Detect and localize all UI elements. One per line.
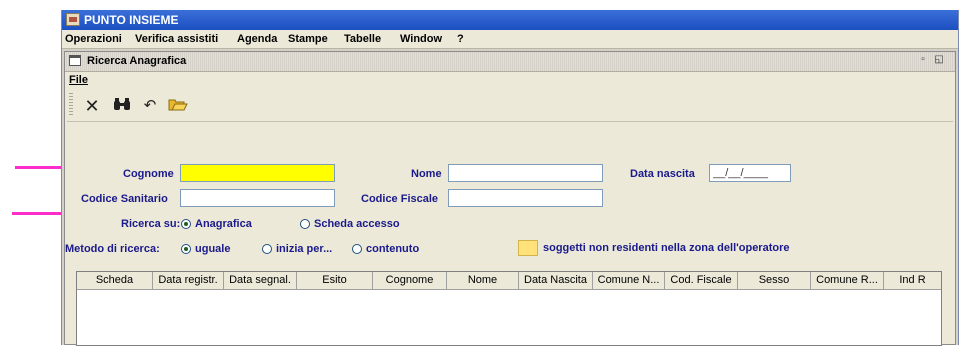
column-header[interactable]: Data registr. [153, 272, 224, 290]
close-icon[interactable]: ✕ [81, 95, 103, 117]
nome-label: Nome [411, 168, 442, 180]
radio-inizia-per-label: inizia per... [276, 243, 333, 255]
column-header[interactable]: Cod. Fiscale [665, 272, 738, 290]
menubar: Operazioni Verifica assistiti Agenda Sta… [62, 30, 958, 49]
app-icon [66, 13, 80, 26]
column-header[interactable]: Data Nascita [519, 272, 593, 290]
internal-frame-titlebar[interactable]: Ricerca Anagrafica ▫ ◱ [65, 52, 955, 72]
binoculars-icon[interactable] [111, 95, 133, 117]
column-header[interactable]: Comune R... [811, 272, 884, 290]
menu-tabelle[interactable]: Tabelle [344, 33, 381, 45]
menu-help[interactable]: ? [457, 33, 464, 45]
internal-frame-ricerca-anagrafica: Ricerca Anagrafica ▫ ◱ File ✕ ↶ Cognome … [64, 51, 956, 346]
column-header[interactable]: Sesso [738, 272, 811, 290]
column-header[interactable]: Ind R [884, 272, 941, 290]
radio-scheda-accesso-label: Scheda accesso [314, 218, 400, 230]
maximize-icon[interactable]: ◱ [933, 54, 945, 66]
radio-dot-selected[interactable] [181, 244, 191, 254]
app-window: PUNTO INSIEME Operazioni Verifica assist… [61, 10, 959, 346]
open-folder-icon[interactable] [167, 95, 189, 117]
column-header[interactable]: Cognome [373, 272, 447, 290]
column-header[interactable]: Scheda [77, 272, 153, 290]
column-header[interactable]: Data segnal. [224, 272, 297, 290]
file-menu[interactable]: File [69, 74, 88, 86]
nome-input[interactable] [448, 164, 603, 182]
radio-uguale[interactable]: uguale [181, 243, 230, 255]
codice-sanitario-label: Codice Sanitario [81, 193, 168, 205]
radio-scheda-accesso[interactable]: Scheda accesso [300, 218, 400, 230]
app-titlebar: PUNTO INSIEME [62, 10, 958, 30]
legend-swatch [518, 240, 538, 256]
radio-uguale-label: uguale [195, 243, 231, 255]
internal-frame-title: Ricerca Anagrafica [87, 55, 187, 67]
toolbar: ✕ ↶ [67, 89, 953, 122]
cognome-label: Cognome [123, 168, 174, 180]
radio-contenuto-label: contenuto [366, 243, 420, 255]
minimize-icon[interactable]: ▫ [917, 54, 929, 66]
data-nascita-input[interactable] [709, 164, 791, 182]
toolbar-grip-icon[interactable] [69, 93, 73, 115]
column-header[interactable]: Esito [297, 272, 373, 290]
radio-dot[interactable] [262, 244, 272, 254]
radio-inizia-per[interactable]: inizia per... [262, 243, 332, 255]
metodo-ricerca-label: Metodo di ricerca: [65, 243, 160, 255]
app-title: PUNTO INSIEME [84, 13, 179, 27]
menu-verifica-assistiti[interactable]: Verifica assistiti [135, 33, 218, 45]
results-table[interactable]: Scheda Data registr. Data segnal. Esito … [76, 271, 942, 346]
frame-icon [69, 55, 81, 66]
data-nascita-label: Data nascita [630, 168, 695, 180]
menu-stampe[interactable]: Stampe [288, 33, 328, 45]
column-header[interactable]: Nome [447, 272, 519, 290]
file-menu-label[interactable]: File [69, 74, 88, 86]
column-header[interactable]: Comune N... [593, 272, 665, 290]
radio-dot[interactable] [352, 244, 362, 254]
cognome-input[interactable] [180, 164, 335, 182]
codice-fiscale-input[interactable] [448, 189, 603, 207]
codice-sanitario-input[interactable] [180, 189, 335, 207]
ricerca-su-label: Ricerca su: [121, 218, 181, 230]
radio-anagrafica-label: Anagrafica [195, 218, 252, 230]
legend-text: soggetti non residenti nella zona dell'o… [543, 242, 790, 254]
radio-dot[interactable] [300, 219, 310, 229]
menu-agenda[interactable]: Agenda [237, 33, 277, 45]
radio-anagrafica[interactable]: Anagrafica [181, 218, 252, 230]
menu-operazioni[interactable]: Operazioni [65, 33, 122, 45]
menu-window[interactable]: Window [400, 33, 442, 45]
radio-dot-selected[interactable] [181, 219, 191, 229]
codice-fiscale-label: Codice Fiscale [361, 193, 439, 205]
undo-icon[interactable]: ↶ [139, 95, 161, 117]
radio-contenuto[interactable]: contenuto [352, 243, 419, 255]
